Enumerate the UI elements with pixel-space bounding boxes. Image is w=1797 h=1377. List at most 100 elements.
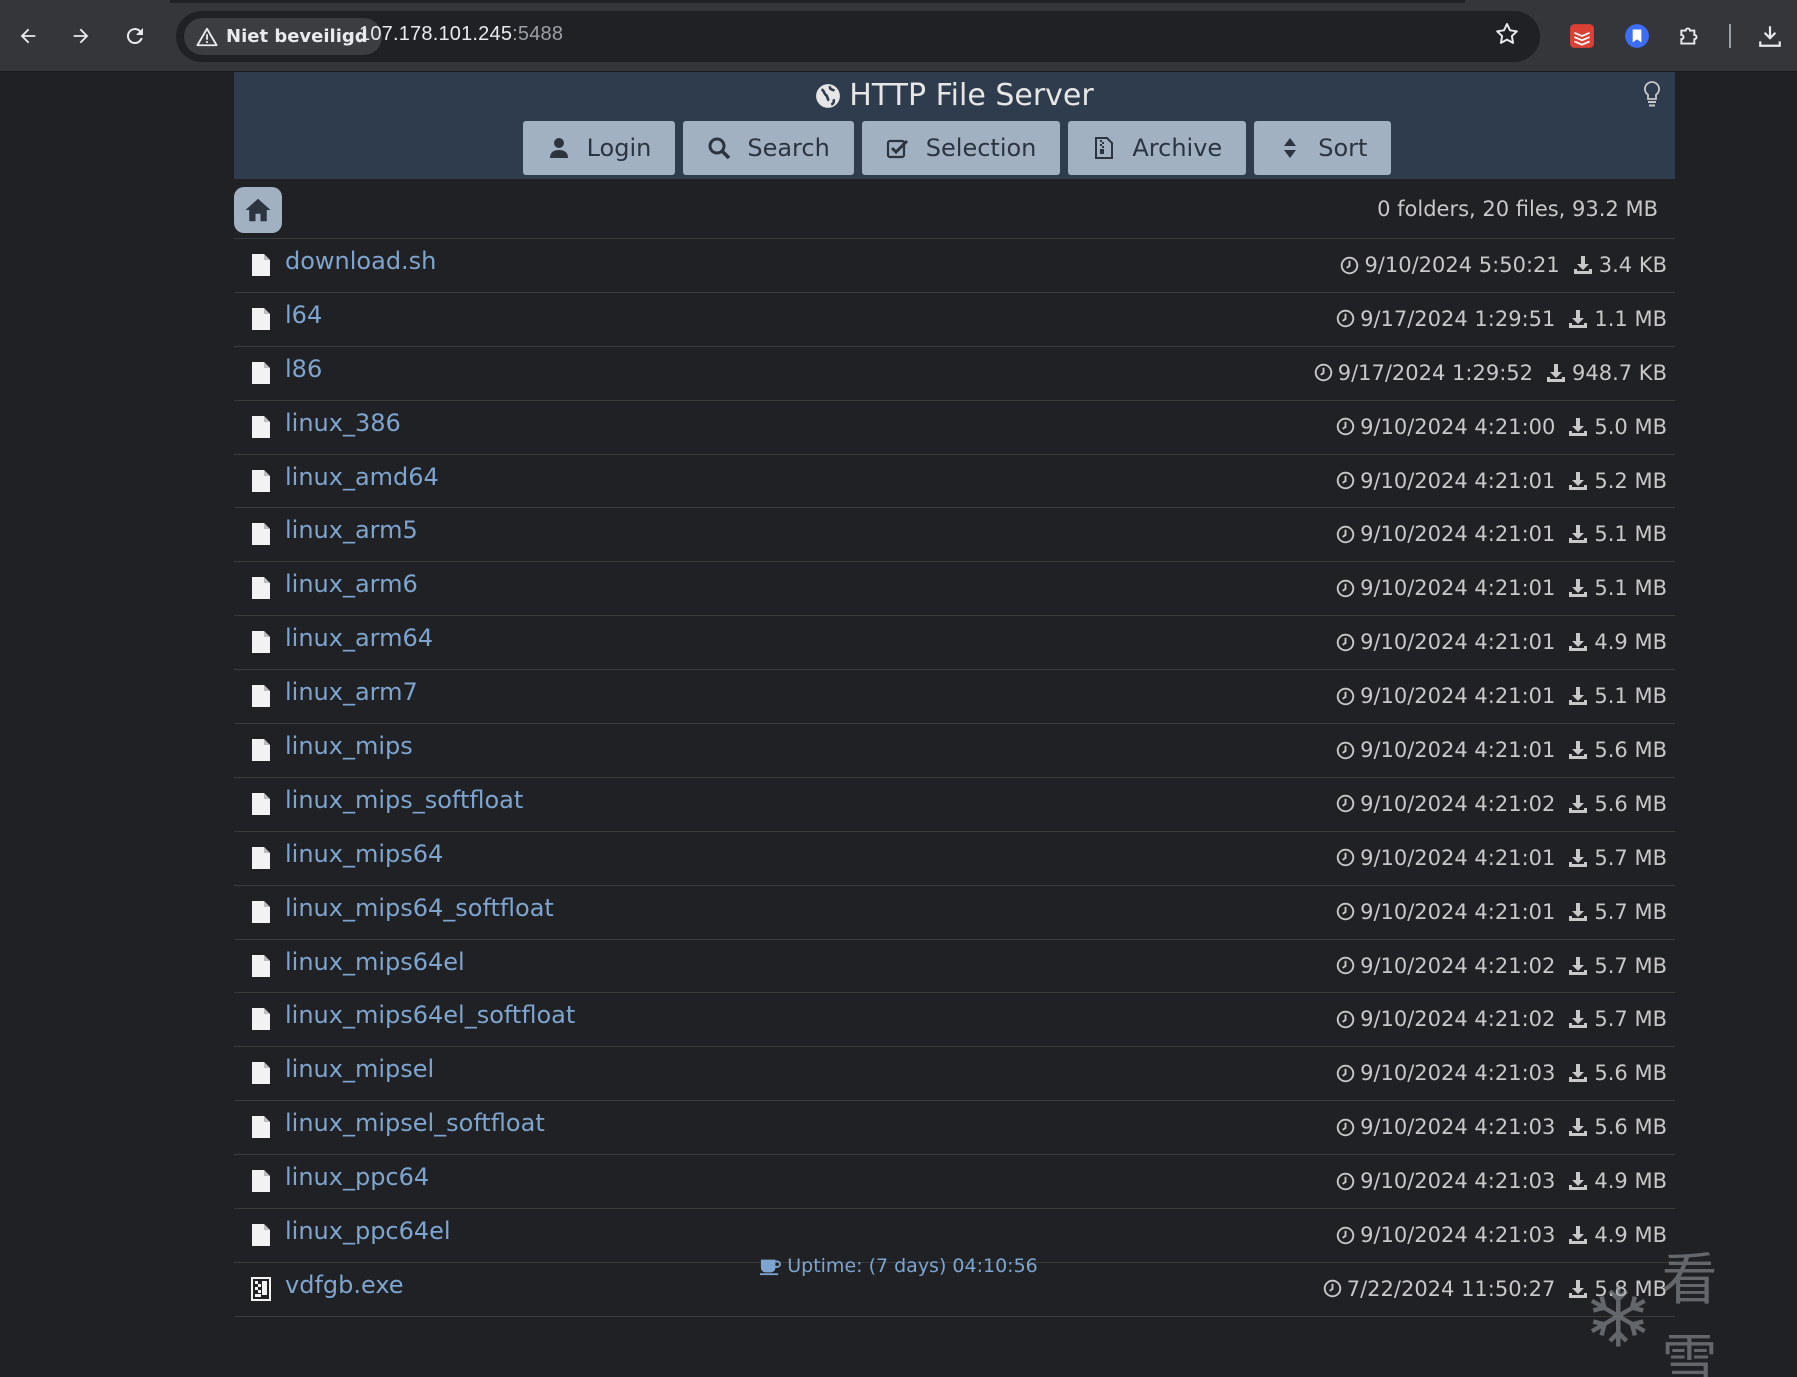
file-date: 9/10/2024 4:21:02 [1360, 791, 1556, 816]
download-icon [1569, 633, 1588, 652]
sort-button[interactable]: Sort [1254, 121, 1392, 175]
file-icon [252, 739, 270, 762]
forward-button[interactable] [63, 18, 99, 54]
file-link[interactable]: linux_arm64 [285, 624, 433, 652]
file-link[interactable]: l64 [285, 301, 322, 329]
download-icon [1573, 256, 1592, 274]
login-button[interactable]: Login [522, 121, 676, 175]
file-link[interactable]: linux_ppc64 [285, 1163, 429, 1191]
file-icon [252, 631, 270, 654]
file-meta: 9/10/2024 4:21:00 5.0 MB [1336, 415, 1667, 439]
lightbulb-icon[interactable] [1641, 80, 1663, 108]
file-date: 9/17/2024 1:29:52 [1337, 360, 1534, 385]
file-row[interactable]: linux_arm5 9/10/2024 4:21:01 5.1 MB [234, 508, 1675, 563]
file-link[interactable]: linux_arm5 [285, 516, 418, 544]
file-row[interactable]: linux_mips64 9/10/2024 4:21:01 5.7 MB [234, 832, 1675, 886]
file-size: 5.6 MB [1594, 791, 1667, 816]
file-row[interactable]: linux_arm6 9/10/2024 4:21:01 5.1 MB [234, 562, 1675, 617]
file-meta: 9/10/2024 4:21:01 5.1 MB [1336, 684, 1667, 708]
file-meta: 9/17/2024 1:29:52 948.7 KB [1314, 361, 1667, 385]
file-row[interactable]: linux_mips 9/10/2024 4:21:01 5.6 MB [234, 724, 1675, 778]
file-row[interactable]: linux_arm7 9/10/2024 4:21:01 5.1 MB [234, 670, 1675, 725]
file-row[interactable]: linux_mipsel_softfloat 9/10/2024 4:21:03 5… [234, 1101, 1675, 1156]
file-icon [252, 415, 270, 438]
file-row[interactable]: linux_mips64el 9/10/2024 4:21:02 5.7 MB [234, 940, 1675, 994]
file-link[interactable]: linux_mips_softfloat [285, 786, 523, 814]
file-row[interactable]: linux_arm64 9/10/2024 4:21:01 4.9 MB [234, 616, 1675, 671]
download-icon [1547, 363, 1566, 382]
file-size: 5.6 MB [1594, 1115, 1667, 1140]
url-text[interactable]: 107.178.101.245:5488 [359, 23, 563, 46]
file-date: 9/10/2024 4:21:03 [1360, 1223, 1556, 1248]
file-icon [252, 846, 270, 869]
address-bar[interactable]: Niet beveiligd 107.178.101.245:5488 [176, 11, 1540, 62]
breadcrumb-bar: 0 folders, 20 files, 93.2 MB [234, 179, 1675, 239]
clock-icon [1336, 417, 1355, 436]
file-icon [252, 1062, 270, 1085]
file-row[interactable]: linux_mips64_softfloat 9/10/2024 4:21:01 5… [234, 886, 1675, 940]
user-icon [549, 138, 568, 158]
download-icon [1569, 1064, 1588, 1083]
file-link[interactable]: l86 [285, 355, 322, 383]
file-link[interactable]: linux_arm6 [285, 570, 418, 598]
file-link[interactable]: linux_ppc64el [285, 1217, 451, 1245]
search-button[interactable]: Search [683, 121, 854, 175]
file-size: 3.4 KB [1598, 253, 1667, 277]
file-icon [252, 307, 270, 330]
extension-todoist-button[interactable] [1564, 18, 1600, 54]
file-date: 9/10/2024 4:21:01 [1360, 899, 1556, 924]
file-meta: 9/10/2024 4:21:01 5.1 MB [1336, 522, 1667, 546]
star-icon [1496, 23, 1518, 44]
file-link[interactable]: linux_arm7 [285, 678, 418, 706]
watermark: 看雪 [1585, 1248, 1775, 1377]
puzzle-icon [1680, 27, 1698, 45]
file-link[interactable]: linux_mips [285, 732, 413, 760]
file-link[interactable]: linux_mips64 [285, 840, 443, 868]
selection-button[interactable]: Selection [861, 121, 1061, 175]
file-row[interactable]: linux_ppc64 9/10/2024 4:21:03 4.9 MB [234, 1155, 1675, 1210]
clock-icon [1336, 849, 1355, 867]
file-date: 9/10/2024 4:21:01 [1360, 630, 1556, 655]
file-link[interactable]: linux_mips64_softfloat [285, 894, 554, 922]
url-host: 107.178.101.245 [359, 23, 513, 45]
selection-label: Selection [925, 134, 1037, 162]
folder-summary: 0 folders, 20 files, 93.2 MB [1377, 197, 1658, 221]
reload-button[interactable] [117, 18, 153, 54]
file-row[interactable]: linux_mips_softfloat 9/10/2024 4:21:02 5.6… [234, 778, 1675, 832]
security-chip[interactable]: Niet beveiligd [184, 18, 382, 55]
bookmark-shield-icon [1625, 24, 1649, 48]
home-button[interactable] [234, 187, 282, 233]
search-icon [708, 137, 731, 160]
tab-strip-edge [170, 0, 1465, 3]
archive-button[interactable]: Archive [1068, 121, 1247, 175]
file-size: 5.7 MB [1594, 899, 1667, 924]
file-row[interactable]: linux_mipsel 9/10/2024 4:21:03 5.6 MB [234, 1047, 1675, 1102]
file-icon [252, 1224, 270, 1247]
extensions-menu-button[interactable] [1672, 18, 1708, 54]
file-icon [252, 792, 270, 815]
file-link[interactable]: linux_mips64el [285, 948, 465, 976]
file-link[interactable]: linux_mipsel_softfloat [285, 1109, 545, 1137]
file-icon [252, 361, 270, 384]
file-link[interactable]: linux_mipsel [285, 1055, 434, 1083]
bookmark-star-icon[interactable] [1494, 21, 1520, 52]
arrow-right-icon [73, 28, 89, 44]
extension-bookmark-button[interactable] [1619, 18, 1655, 54]
file-size: 4.9 MB [1594, 1223, 1667, 1248]
downloads-button[interactable] [1752, 18, 1788, 54]
file-link[interactable]: linux_mips64el_softfloat [285, 1001, 575, 1029]
file-size: 5.7 MB [1594, 953, 1667, 978]
file-link[interactable]: download.sh [285, 247, 436, 275]
file-row[interactable]: download.sh 9/10/2024 5:50:21 3.4 KB [234, 239, 1675, 293]
file-row[interactable]: linux_386 9/10/2024 4:21:00 5.0 MB [234, 401, 1675, 455]
file-meta: 9/10/2024 4:21:01 4.9 MB [1336, 630, 1667, 654]
back-button[interactable] [10, 18, 46, 54]
page-title-text: HTTP File Server [849, 78, 1094, 113]
file-row[interactable]: l64 9/17/2024 1:29:51 1.1 MB [234, 293, 1675, 347]
file-link[interactable]: linux_amd64 [285, 463, 439, 491]
file-row[interactable]: linux_mips64el_softfloat 9/10/2024 4:21:0… [234, 993, 1675, 1048]
file-row[interactable]: l86 9/17/2024 1:29:52 948.7 KB [234, 347, 1675, 401]
file-row[interactable]: linux_amd64 9/10/2024 4:21:01 5.2 MB [234, 455, 1675, 509]
file-link[interactable]: linux_386 [285, 409, 401, 437]
download-icon [1569, 579, 1588, 598]
